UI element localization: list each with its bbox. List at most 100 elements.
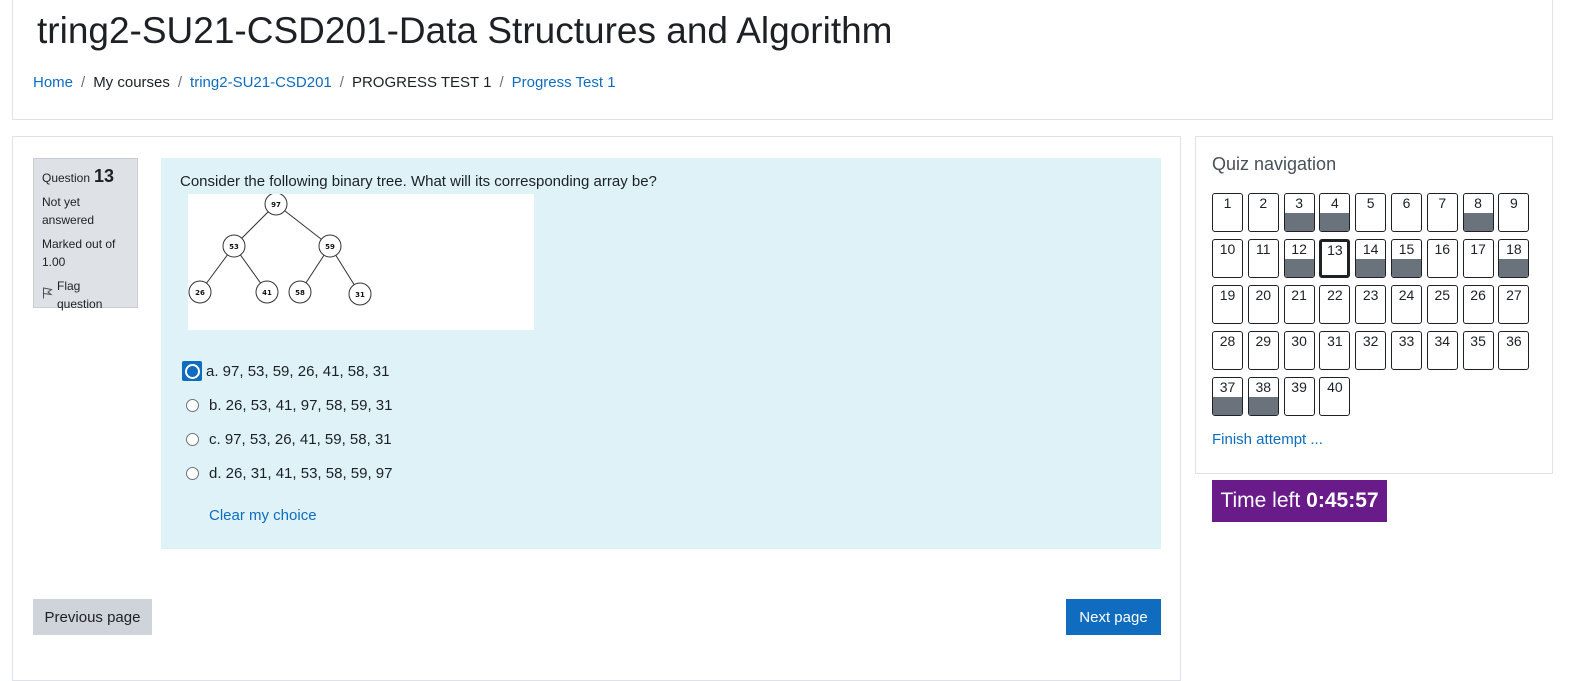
quiz-nav-button-20[interactable]: 20 [1247,285,1279,324]
quiz-nav-button-18[interactable]: 18 [1498,239,1530,278]
quiz-nav-number: 39 [1291,379,1307,395]
answer-label-b[interactable]: b. 26, 53, 41, 97, 58, 59, 31 [209,397,392,414]
answered-indicator [1356,259,1386,277]
quiz-nav-button-11[interactable]: 11 [1247,239,1279,278]
breadcrumb-course[interactable]: tring2-SU21-CSD201 [190,74,332,91]
quiz-nav-button-14[interactable]: 14 [1355,239,1387,278]
quiz-nav-number: 9 [1509,195,1518,211]
page-header: tring2-SU21-CSD201-Data Structures and A… [12,0,1553,120]
quiz-nav-button-26[interactable]: 26 [1462,285,1494,324]
quiz-nav-button-28[interactable]: 28 [1212,331,1243,370]
quiz-nav-button-30[interactable]: 30 [1283,331,1315,370]
quiz-nav-number: 6 [1402,195,1411,211]
answer-label-c[interactable]: c. 97, 53, 26, 41, 59, 58, 31 [209,431,392,448]
quiz-nav-button-15[interactable]: 15 [1390,239,1422,278]
tree-node-label: 26 [195,289,205,297]
answer-option-b[interactable]: b. 26, 53, 41, 97, 58, 59, 31 [186,388,392,422]
quiz-nav-button-8[interactable]: 8 [1462,193,1494,232]
answer-label-d[interactable]: d. 26, 31, 41, 53, 58, 59, 97 [209,465,392,482]
answer-radio-d[interactable] [186,466,199,480]
next-page-button[interactable]: Next page [1066,599,1161,635]
quiz-nav-button-37[interactable]: 37 [1212,377,1243,416]
quiz-nav-button-1[interactable]: 1 [1212,193,1243,232]
quiz-nav-button-9[interactable]: 9 [1498,193,1530,232]
quiz-nav-number: 14 [1362,241,1379,257]
quiz-nav-button-4[interactable]: 4 [1319,193,1351,232]
quiz-nav-button-13[interactable]: 13 [1319,239,1351,278]
time-left-label: Time left [1220,489,1301,512]
quiz-nav-number: 12 [1291,241,1307,257]
quiz-nav-number: 17 [1470,241,1486,257]
quiz-nav-button-36[interactable]: 36 [1498,331,1530,370]
time-left-value: 0:45:57 [1306,489,1379,512]
answer-option-d[interactable]: d. 26, 31, 41, 53, 58, 59, 97 [186,456,392,490]
quiz-nav-button-33[interactable]: 33 [1390,331,1422,370]
question-grade: Marked out of 1.00 [42,237,116,269]
quiz-nav-number: 19 [1219,287,1236,303]
tree-node-label: 58 [295,289,305,297]
quiz-nav-button-17[interactable]: 17 [1462,239,1494,278]
quiz-nav-number: 21 [1291,287,1307,303]
quiz-nav-number: 15 [1398,241,1415,257]
quiz-nav-button-5[interactable]: 5 [1355,193,1387,232]
answered-indicator [1463,213,1493,231]
answered-indicator [1248,397,1278,415]
answer-option-c[interactable]: c. 97, 53, 26, 41, 59, 58, 31 [186,422,392,456]
time-left-box: Time left 0:45:57 [1212,480,1387,522]
quiz-nav-button-21[interactable]: 21 [1283,285,1315,324]
clear-choice-link[interactable]: Clear my choice [209,507,317,524]
quiz-nav-button-23[interactable]: 23 [1355,285,1387,324]
quiz-nav-button-19[interactable]: 19 [1212,285,1243,324]
breadcrumb-section: PROGRESS TEST 1 [351,74,492,91]
breadcrumb-separator: / [339,74,344,91]
answer-label-a[interactable]: a. 97, 53, 59, 26, 41, 58, 31 [206,363,389,380]
quiz-nav-number: 23 [1362,287,1379,303]
quiz-nav-button-40[interactable]: 40 [1319,377,1351,416]
flag-question-label: Flag question [57,279,103,311]
quiz-nav-button-39[interactable]: 39 [1283,377,1315,416]
answer-radio-b[interactable] [186,398,199,412]
page-title: tring2-SU21-CSD201-Data Structures and A… [37,10,893,51]
quiz-nav-button-12[interactable]: 12 [1283,239,1315,278]
quiz-nav-number: 32 [1362,333,1379,349]
quiz-nav-number: 13 [1327,242,1343,258]
flag-question-button[interactable]: Flag question [42,277,129,313]
quiz-nav-button-35[interactable]: 35 [1462,331,1494,370]
quiz-nav-button-34[interactable]: 34 [1426,331,1458,370]
breadcrumb-quiz[interactable]: Progress Test 1 [512,74,616,91]
breadcrumb-separator: / [499,74,504,91]
quiz-nav-button-22[interactable]: 22 [1319,285,1351,324]
answer-radio-c[interactable] [186,432,199,446]
quiz-nav-number: 4 [1330,195,1339,211]
quiz-nav-number: 18 [1506,241,1522,257]
quiz-nav-number: 1 [1223,195,1232,211]
breadcrumb-separator: / [81,74,86,91]
breadcrumb-home[interactable]: Home [33,74,73,91]
quiz-nav-number: 7 [1438,195,1447,211]
quiz-nav-number: 5 [1366,195,1375,211]
quiz-nav-button-10[interactable]: 10 [1212,239,1243,278]
quiz-nav-number: 22 [1327,287,1343,303]
previous-page-button[interactable]: Previous page [33,599,152,635]
quiz-nav-number: 16 [1434,241,1451,257]
quiz-nav-button-31[interactable]: 31 [1319,331,1351,370]
quiz-nav-button-27[interactable]: 27 [1498,285,1530,324]
quiz-nav-button-32[interactable]: 32 [1355,331,1387,370]
answer-option-a[interactable]: a. 97, 53, 59, 26, 41, 58, 31 [182,354,392,388]
question-number: 13 [94,166,115,186]
quiz-nav-button-7[interactable]: 7 [1426,193,1458,232]
quiz-nav-button-16[interactable]: 16 [1426,239,1458,278]
quiz-nav-button-25[interactable]: 25 [1426,285,1458,324]
answer-radio-a[interactable] [182,361,202,381]
quiz-nav-button-38[interactable]: 38 [1247,377,1279,416]
breadcrumb: Home / My courses / tring2-SU21-CSD201 / PROGR… [33,74,616,91]
quiz-nav-number: 29 [1255,333,1272,349]
quiz-nav-button-24[interactable]: 24 [1390,285,1422,324]
quiz-nav-button-6[interactable]: 6 [1390,193,1422,232]
quiz-nav-button-2[interactable]: 2 [1247,193,1279,232]
quiz-nav-button-3[interactable]: 3 [1283,193,1315,232]
finish-attempt-link[interactable]: Finish attempt ... [1212,431,1323,448]
answered-indicator [1499,259,1529,277]
question-state: Not yet answered [42,195,95,227]
quiz-nav-button-29[interactable]: 29 [1247,331,1279,370]
